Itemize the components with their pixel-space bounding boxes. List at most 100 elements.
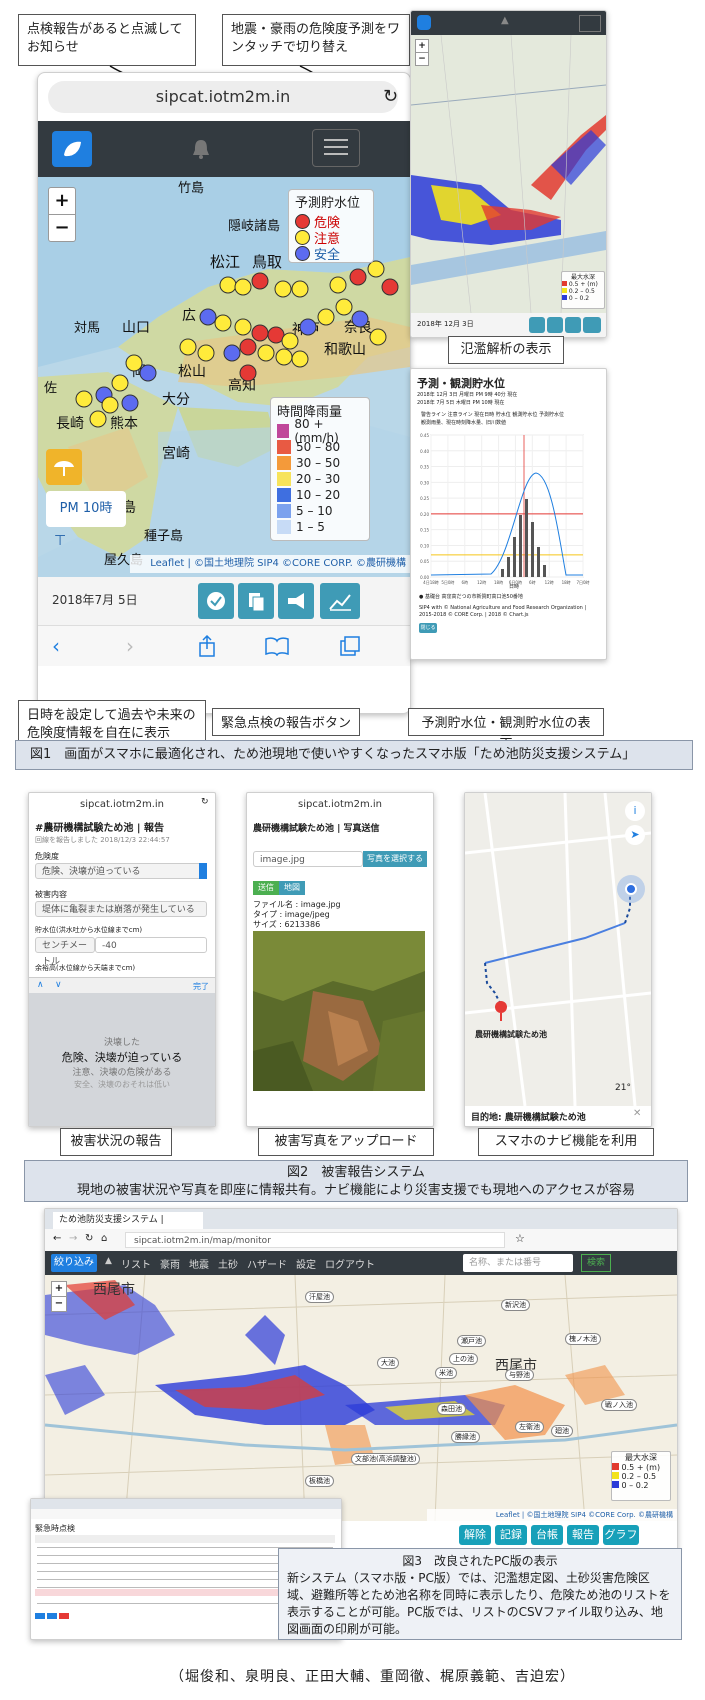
copy-button[interactable] [547, 317, 563, 333]
logo-button[interactable] [417, 15, 431, 30]
map-button[interactable]: 地図 [279, 881, 305, 895]
bell-icon[interactable] [190, 137, 212, 161]
pond-label[interactable]: 米池 [435, 1367, 457, 1379]
pond-label[interactable]: 与野池 [505, 1369, 534, 1381]
megaphone-button[interactable] [565, 317, 581, 333]
pond-label[interactable]: 大池 [377, 1357, 399, 1369]
share-icon[interactable] [196, 634, 218, 658]
pond-label[interactable]: 勝縁池 [451, 1431, 480, 1443]
map-japan[interactable]: + − 竹島 隠岐諸島 松江 鳥取 対馬 山口 広 神戸 奈良 和歌山 岡 松山… [38, 177, 410, 577]
legend-item: 0.5 + (m) [612, 1463, 670, 1472]
ledger-button[interactable]: 台帳 [531, 1525, 563, 1545]
y-tick-label: 0.05 [420, 559, 429, 564]
pond-label[interactable]: 戦ノ入池 [601, 1399, 637, 1411]
done-button[interactable]: 完了 [193, 981, 209, 992]
damage-select[interactable]: 堤体に亀裂または崩落が発生している [35, 901, 207, 917]
bell-icon[interactable]: ▲ [501, 15, 509, 26]
address-field[interactable]: sipcat.iotm2m.in/map/monitor [125, 1232, 505, 1248]
send-button[interactable]: 送信 [253, 881, 279, 895]
info-button[interactable]: i [625, 801, 645, 821]
label-damage-report: 被害状況の報告 [60, 1128, 172, 1156]
pond-label[interactable]: 汗屋池 [305, 1291, 334, 1303]
nav-map[interactable]: i ➤ 農研機構試験ため池 21° [465, 793, 651, 1106]
nav-item[interactable]: 豪雨 [160, 1260, 180, 1271]
pond-label[interactable]: 森田池 [437, 1403, 466, 1415]
choose-photo-button[interactable]: 写真を選択する [363, 851, 427, 867]
home-icon[interactable]: ⌂ [101, 1233, 107, 1244]
nav-item[interactable]: 土砂 [218, 1260, 238, 1271]
check-button[interactable] [529, 317, 545, 333]
pond-label[interactable]: 文部池(高浜調整池) [351, 1453, 421, 1465]
star-icon[interactable]: ☆ [515, 1232, 525, 1245]
inspection-done-button[interactable] [198, 583, 234, 619]
url-text: sipcat.iotm2m.in [297, 799, 383, 810]
time-picker[interactable]: PM 10時 [46, 491, 126, 527]
menu-button[interactable] [579, 15, 601, 32]
danger-select[interactable]: 危険、決壊が迫っている [35, 863, 207, 879]
forward-icon[interactable]: → [69, 1233, 77, 1244]
pond-label[interactable]: 廻池 [551, 1425, 573, 1437]
clear-button[interactable]: 解除 [459, 1525, 491, 1545]
url-bar[interactable]: sipcat.iotm2m.in [33, 797, 211, 813]
picker-option-selected[interactable]: 危険、決壊が迫っている [29, 1049, 215, 1065]
chevron-up-icon[interactable]: ∧ [37, 980, 44, 990]
url-bar[interactable]: sipcat.iotm2m.in [48, 81, 398, 113]
level-input[interactable]: -40 [95, 937, 207, 953]
pc-flood-map[interactable]: + − 西尾市 西尾市 汗屋池 新沢池 瀬戸池 上の池 槐ノ木池 与野池 大池 米池 森田池 廻池… [45, 1275, 677, 1521]
panel-water-level: 予測・観測貯水位 2018年 12月 3日 月曜日 PM 9時 40分 現在 2… [410, 368, 607, 660]
nav-item[interactable]: ハザード [247, 1260, 287, 1271]
pond-label[interactable]: 板橋池 [305, 1475, 334, 1487]
danger-label: 危険度 [35, 852, 59, 861]
pond-label[interactable]: 左衛池 [515, 1421, 544, 1433]
close-icon[interactable]: ✕ [633, 1108, 641, 1119]
search-button[interactable]: 検索 [581, 1254, 611, 1272]
nav-item[interactable]: リスト [121, 1260, 151, 1271]
graph-button[interactable] [320, 583, 360, 619]
zoom-in-button[interactable]: + [51, 1281, 67, 1297]
bookmarks-icon[interactable] [264, 636, 290, 656]
zoom-out-button[interactable]: − [51, 1296, 67, 1312]
url-bar[interactable]: sipcat.iotm2m.in [251, 797, 429, 813]
pond-label[interactable]: 瀬戸池 [457, 1335, 486, 1347]
nav-menu: リスト 豪雨 地震 土砂 ハザード 設定 ログアウト [121, 1256, 384, 1271]
reload-icon[interactable]: ↻ [85, 1233, 93, 1244]
back-icon[interactable]: ← [53, 1233, 61, 1244]
nav-item[interactable]: 設定 [296, 1260, 316, 1271]
pond-label[interactable]: 槐ノ木池 [565, 1333, 601, 1345]
logo-button[interactable] [52, 131, 92, 167]
picker-option[interactable]: 決壊した [29, 1035, 215, 1048]
bell-icon[interactable]: ▲ [105, 1256, 112, 1266]
filter-button[interactable]: 絞り込み [51, 1254, 97, 1272]
zoom-in-button[interactable]: + [415, 39, 429, 53]
forward-icon[interactable]: › [126, 634, 134, 658]
pond-label[interactable]: 新沢池 [501, 1299, 530, 1311]
date-label[interactable]: 2018年7月 5日 [52, 591, 138, 608]
file-input[interactable]: image.jpg [253, 851, 363, 867]
ledger-button[interactable] [238, 583, 274, 619]
nav-item[interactable]: 地震 [189, 1260, 209, 1271]
pond-label[interactable]: 上の池 [449, 1353, 478, 1365]
browser-tab[interactable]: ため池防災支援システム | [53, 1212, 203, 1229]
close-button[interactable]: 閉じる [419, 623, 437, 633]
back-icon[interactable]: ‹ [52, 634, 60, 658]
picker-wheel[interactable]: 決壊した 危険、決壊が迫っている 注意、決壊の危険がある 安全、決壊のおそれは低… [29, 993, 215, 1126]
reload-icon[interactable]: ↻ [383, 86, 398, 107]
nav-item[interactable]: ログアウト [325, 1260, 375, 1271]
zoom-out-button[interactable]: − [415, 52, 429, 66]
weather-toggle-button[interactable] [46, 449, 82, 485]
picker-option[interactable]: 安全、決壊のおそれは低い [29, 1079, 215, 1090]
fig2-caption: 図2 被害報告システム 現地の被害状況や写真を即座に情報共有。ナビ機能により災害… [24, 1160, 688, 1202]
menu-button[interactable] [312, 129, 360, 167]
graph-button[interactable]: グラフ [603, 1525, 639, 1545]
reload-icon[interactable]: ↻ [201, 797, 209, 807]
report-button[interactable]: 報告 [567, 1525, 599, 1545]
record-button[interactable]: 記録 [495, 1525, 527, 1545]
graph-button[interactable] [583, 317, 601, 333]
emergency-report-button[interactable] [278, 583, 314, 619]
tabs-icon[interactable] [338, 634, 362, 658]
flood-map[interactable]: + − 最大水深 0.5 + (m) 0.2 – 0.5 0 – 0.2 [411, 35, 606, 313]
locate-button[interactable]: ➤ [625, 825, 645, 845]
search-input[interactable]: 名称、または番号 [463, 1254, 573, 1272]
chevron-down-icon[interactable]: ∨ [55, 980, 62, 990]
picker-option[interactable]: 注意、決壊の危険がある [29, 1065, 215, 1078]
